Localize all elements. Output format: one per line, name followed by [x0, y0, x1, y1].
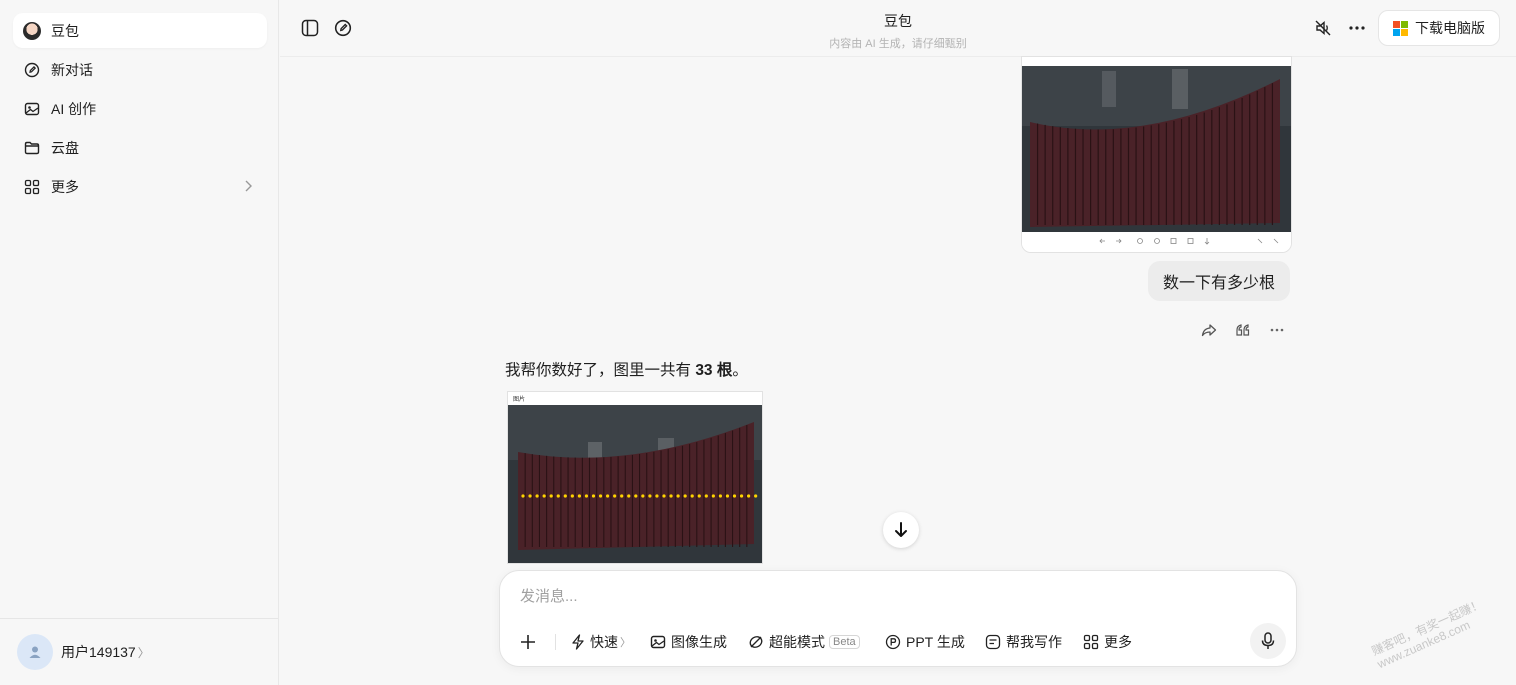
lightning-icon	[571, 634, 585, 650]
fence-photo	[1022, 57, 1291, 252]
fast-mode-button[interactable]: 快速〉	[571, 631, 631, 653]
sidebar-item-ai-create[interactable]: AI 创作	[13, 91, 267, 126]
folder-icon	[23, 139, 41, 157]
more-message-options-button[interactable]	[1267, 321, 1287, 339]
edit-icon	[23, 61, 41, 79]
uploaded-image[interactable]	[1021, 56, 1292, 253]
user-icon	[29, 646, 41, 658]
more-tools-button[interactable]: 更多	[1083, 631, 1132, 653]
chevron-right-icon	[243, 179, 253, 196]
assistant-answer: 我帮你数好了，图里一共有 33 根。	[505, 358, 748, 380]
sidebar-item-more[interactable]: 更多	[13, 169, 267, 204]
share-icon	[1201, 324, 1217, 337]
arrow-down-icon	[895, 522, 907, 537]
sidebar-item-cloud-drive[interactable]: 云盘	[13, 130, 267, 165]
sidebar-item-new-chat[interactable]: 新对话	[13, 52, 267, 87]
more-options-button[interactable]	[1347, 18, 1367, 38]
speaker-muted-icon	[1315, 20, 1331, 36]
ellipsis-icon	[1349, 26, 1365, 30]
answer-count: 33 根	[695, 362, 733, 379]
grid-icon	[23, 178, 41, 196]
ellipsis-icon	[1270, 328, 1284, 332]
ppt-icon	[885, 634, 901, 650]
message-composer: 快速〉 图像生成 超能模式 Beta PPT 生成 帮我写作 更多	[499, 570, 1297, 667]
beta-badge: Beta	[829, 635, 860, 649]
image-generation-button[interactable]: 图像生成	[650, 631, 727, 653]
watermark: 赚客吧，有奖一起赚！ www.zuanke8.com	[1369, 597, 1490, 671]
image-icon	[650, 634, 666, 650]
writing-icon	[985, 634, 1001, 650]
message-actions	[1185, 321, 1287, 339]
sidebar-item-doubao[interactable]: 豆包	[13, 13, 267, 48]
sidebar-item-label: 云盘	[51, 139, 79, 156]
message-input[interactable]	[518, 587, 1222, 606]
fast-mode-label: 快速	[590, 634, 618, 650]
answer-suffix: 。	[732, 362, 748, 379]
grid-icon	[1083, 634, 1099, 650]
user-arrow: 〉	[137, 646, 150, 660]
divider	[555, 634, 556, 650]
user-profile[interactable]: 用户149137 〉	[0, 618, 278, 685]
user-message: 数一下有多少根	[1147, 261, 1290, 301]
image-generation-label: 图像生成	[671, 634, 727, 650]
attach-button[interactable]	[520, 631, 536, 653]
download-desktop-button[interactable]: 下载电脑版	[1378, 10, 1500, 46]
super-mode-icon	[748, 634, 764, 650]
ppt-generation-button[interactable]: PPT 生成	[885, 631, 965, 653]
more-tools-label: 更多	[1104, 634, 1132, 650]
user-name[interactable]: 用户149137 〉	[61, 642, 150, 662]
super-mode-label: 超能模式	[769, 634, 825, 650]
download-label: 下载电脑版	[1415, 20, 1485, 36]
answer-text: 我帮你数好了，图里一共有	[505, 362, 696, 379]
sidebar-item-label: AI 创作	[51, 100, 97, 117]
sidebar-item-label: 豆包	[51, 22, 79, 39]
image-icon	[23, 100, 41, 118]
doubao-avatar-icon	[23, 21, 41, 40]
annotated-fence-photo: 图片	[508, 392, 762, 563]
quote-button[interactable]	[1233, 321, 1253, 339]
answer-image[interactable]: 图片	[507, 391, 763, 564]
writing-assistant-label: 帮我写作	[1006, 634, 1062, 650]
header: 豆包 内容由 AI 生成，请仔细甄别 下载电脑版	[280, 0, 1516, 57]
microphone-icon	[1261, 632, 1275, 649]
share-button[interactable]	[1199, 321, 1219, 339]
avatar[interactable]	[17, 634, 53, 670]
voice-input-button[interactable]	[1250, 623, 1286, 659]
mute-button[interactable]	[1313, 18, 1333, 38]
fast-mode-arrow: 〉	[620, 637, 631, 649]
quote-icon	[1236, 324, 1250, 336]
writing-assistant-button[interactable]: 帮我写作	[985, 631, 1062, 653]
scroll-to-bottom-button[interactable]	[883, 512, 919, 548]
sidebar-item-label: 更多	[51, 178, 79, 195]
windows-logo-icon	[1393, 20, 1408, 36]
ppt-generation-label: PPT 生成	[906, 634, 965, 650]
super-mode-button[interactable]: 超能模式 Beta	[748, 631, 860, 653]
svg-text:图片: 图片	[513, 395, 525, 403]
sidebar-item-label: 新对话	[51, 61, 93, 78]
sidebar: 豆包 新对话 AI 创作 云盘 更多 用户149137 〉	[0, 0, 279, 685]
plus-icon	[521, 635, 535, 649]
